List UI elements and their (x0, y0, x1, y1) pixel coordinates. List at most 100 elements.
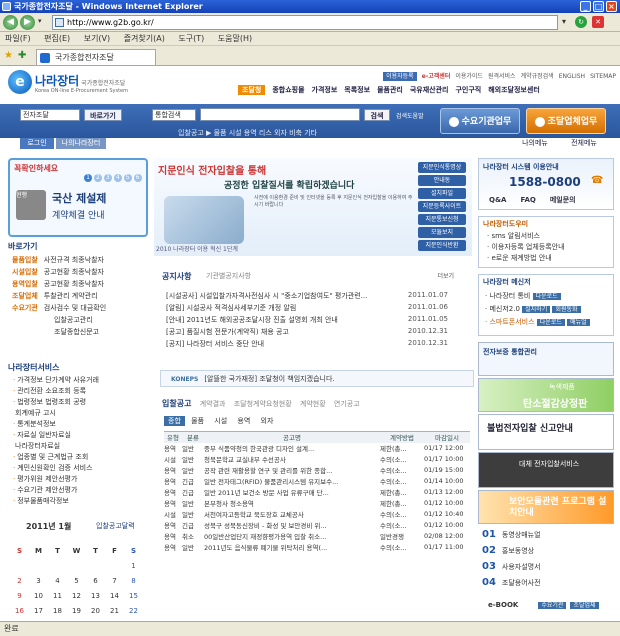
banner-menu-item[interactable]: 지문등록사이트 (418, 201, 466, 212)
promo-page[interactable]: 1 (84, 174, 92, 182)
bid-tab[interactable]: 계약현황 (300, 400, 326, 408)
gnb-catalog[interactable]: 목록정보 (344, 86, 370, 94)
ad-banner[interactable]: 전자보증 통합관리 (478, 342, 614, 376)
bid-cell[interactable]: 공작 관련 재활용할 연구 및 관리를 위한 종합... (204, 465, 380, 476)
bid-cell[interactable]: 2011년도 음식물류 폐기물 위탁처리 용역(... (204, 542, 380, 553)
gnb-goods[interactable]: 물품관리 (377, 86, 403, 94)
promo-page[interactable]: 5 (123, 174, 132, 182)
calendar-day[interactable]: 20 (86, 603, 105, 618)
login-button[interactable]: 로그인 (20, 138, 54, 149)
banner-menu-item[interactable]: 지문인식반환 (418, 240, 466, 251)
calendar-day[interactable]: 4 (48, 573, 67, 588)
menu-favorites[interactable]: 즐겨찾기(A) (124, 34, 165, 43)
search-input[interactable] (200, 108, 360, 121)
menu-view[interactable]: 보기(V) (84, 34, 110, 43)
notice-item[interactable]: [공고] 품질시험 전문가(계약직) 채용 공고 2010.12.31 (166, 327, 472, 337)
tab-agency[interactable]: 수요기관업무 (440, 108, 520, 134)
quick-row[interactable]: 입찰공고관리 (54, 315, 93, 325)
allmenu-link[interactable]: 전체메뉴 (562, 138, 606, 149)
table-row[interactable]: 시설 일반 청북문학교 교실내부 수선공사 수의(소... 01/17 10:00 (164, 454, 470, 465)
calendar-day[interactable]: 18 (48, 603, 67, 618)
service-item[interactable]: · 정부물품매각정보 (13, 496, 69, 506)
guide-link[interactable]: 02 홍보동영상 (478, 544, 614, 558)
menu-file[interactable]: 파일(F) (5, 34, 31, 43)
address-input[interactable]: http://www.g2b.go.kr/ (52, 15, 558, 30)
calendar-day[interactable]: 15 (124, 588, 143, 603)
quick-row[interactable]: 조달종합신문고 (54, 327, 99, 337)
toplink-register[interactable]: 이용자등록 (383, 72, 417, 81)
mypage-button[interactable]: 나의나라장터 (56, 138, 106, 149)
calendar-day[interactable]: 10 (29, 588, 48, 603)
bid-subtab[interactable]: 용역 (237, 417, 250, 425)
menu-help[interactable]: 도움말(H) (218, 34, 252, 43)
ad-banner[interactable]: 불법전자입찰 신고안내 (478, 414, 614, 450)
bid-subtab[interactable]: 시설 (214, 417, 227, 425)
quick-row[interactable]: 수요기관 검사검수 및 대금확인 (12, 303, 106, 313)
gnb-pps[interactable]: 조달청 (238, 85, 266, 95)
calendar-day[interactable] (86, 558, 105, 573)
minimize-button[interactable]: _ (580, 1, 591, 12)
back-arrow-icon[interactable]: ◀ (3, 15, 18, 30)
calendar-day[interactable]: 19 (67, 603, 86, 618)
notice-item[interactable]: [안내] 2011년도 해외공공조달시장 진출 설명회 개최 안내 2011.01… (166, 315, 472, 325)
bid-tab[interactable]: 연기공고 (334, 400, 360, 408)
toplink-remote[interactable]: 원격서비스 (488, 73, 516, 80)
calendar-day[interactable]: 14 (105, 588, 124, 603)
bid-cell[interactable]: 중부 식품약청의 한국관광 디자인 설계... (204, 443, 380, 454)
calendar-day[interactable]: 13 (86, 588, 105, 603)
member-button[interactable]: 회원통화 (552, 306, 581, 313)
notice-item[interactable]: [시설공사] 시설입찰가자격사전심사 시 "중소기업참여도" 평가관련... 20… (166, 291, 472, 301)
calendar-day[interactable]: 3 (29, 573, 48, 588)
download-button[interactable]: 다운로드 (532, 293, 561, 300)
service-item[interactable]: 나라장터자료실 (13, 441, 60, 451)
install-button[interactable]: 설치하기 (522, 306, 551, 313)
calendar-day[interactable]: 22 (124, 603, 143, 618)
close-button[interactable]: × (606, 1, 617, 12)
service-item[interactable]: · 자료실 일반자료실 (13, 430, 71, 440)
bid-tab[interactable]: 입찰공고 (162, 399, 191, 408)
toplink-rules[interactable]: 계약규정검색 (521, 73, 554, 80)
ad-banner[interactable]: 보안모듈관련 프로그램 설치안내 (478, 490, 614, 524)
address-dropdown-icon[interactable]: ▾ (562, 17, 566, 26)
bid-cell[interactable]: 청북문학교 교실내부 수선공사 (204, 454, 380, 465)
banner-menu-item[interactable]: 모듈보지 (418, 227, 466, 238)
scope-go-button[interactable]: 바로가기 (84, 109, 122, 121)
ad-banner[interactable]: 녹색제품 탄소절감상정판 (478, 378, 614, 412)
service-item[interactable]: · 업종별 및 근계법규 조회 (13, 452, 88, 462)
forward-arrow-icon[interactable]: ▶ (20, 15, 35, 30)
download-button[interactable]: 다운로드 (536, 319, 565, 326)
calendar-day[interactable]: 5 (67, 573, 86, 588)
calendar-day[interactable] (29, 558, 48, 573)
gnb-mall[interactable]: 종합쇼핑몰 (272, 86, 304, 94)
calendar-day[interactable] (105, 558, 124, 573)
gnb-price[interactable]: 가격정보 (312, 86, 338, 94)
table-row[interactable]: 용역 일반 공작 관련 재활용할 연구 및 관리를 위한 종합... 수의(소... 0… (164, 465, 470, 476)
toplink-sitemap[interactable]: SITEMAP (590, 73, 616, 80)
main-banner[interactable]: 지문인식 전자입찰을 통해 공정한 입찰질서를 확립하겠습니다 사전에 이용환경… (154, 158, 472, 256)
bid-cell[interactable]: 일반 전자태그(RFID) 물품관리시스템 유지보수... (204, 476, 380, 487)
calendar-day[interactable]: 17 (29, 603, 48, 618)
table-row[interactable]: 용역 긴급 일반 전자태그(RFID) 물품관리시스템 유지보수... 수의(소...… (164, 476, 470, 487)
table-row[interactable]: 용역 긴급 일반 2011년 보건소 방문 사업 유류구매 단... 제한(총... 0… (164, 487, 470, 498)
bid-cell[interactable]: 본부청사 청소용역 (204, 498, 380, 509)
calendar-day[interactable]: 8 (124, 573, 143, 588)
helper-link[interactable]: · e로운 재계방법 안내 (487, 253, 552, 263)
calendar-day[interactable] (48, 558, 67, 573)
bid-tab[interactable]: 조달청계약요청현황 (234, 400, 292, 408)
promo-page[interactable]: 2 (93, 174, 102, 182)
table-row[interactable]: 시설 일반 서천여자고등학교 북도장호 교체공사 수의(소... 01/12 10:40 (164, 509, 470, 520)
calendar-day[interactable]: 7 (105, 573, 124, 588)
banner-menu-item[interactable]: 안내동 (418, 175, 466, 186)
toplink-ecenter[interactable]: e-고객센터 (422, 73, 451, 80)
bid-subtab[interactable]: 외자 (261, 417, 274, 425)
service-item[interactable]: · 관리전환 소요조회 등록 (13, 386, 86, 396)
ad-banner[interactable]: 대체 전자입찰서비스 (478, 452, 614, 488)
search-type-select[interactable]: 통합검색 (152, 109, 196, 121)
agency-notice-tab[interactable]: 기관별공지사항 (206, 271, 251, 281)
maximize-button[interactable]: □ (593, 1, 604, 12)
service-item[interactable]: 회계예규 고시 (13, 408, 56, 418)
service-item[interactable]: · 수요기관 제안선평가 (13, 485, 77, 495)
promo-box[interactable]: 꼭확인하세요 1 2 3 4 5 6 현행 국산 제설제 계약체결 안내 (8, 158, 148, 237)
mail-link[interactable]: 메일문의 (550, 196, 576, 204)
helper-link[interactable]: · 이용자등록 업체등록안내 (487, 242, 565, 252)
